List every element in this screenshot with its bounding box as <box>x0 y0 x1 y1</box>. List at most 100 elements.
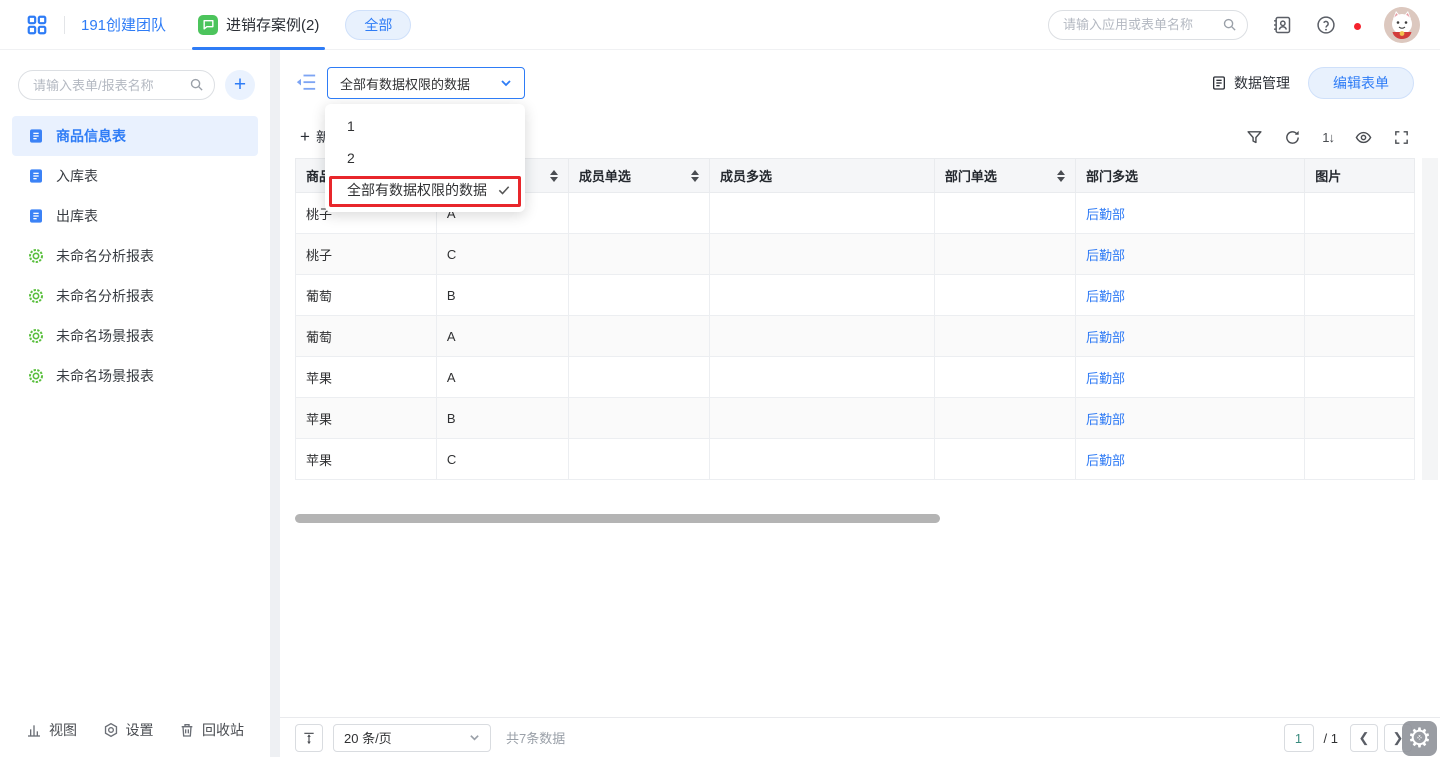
table-row-5[interactable]: 苹果B 后勤部 <box>296 398 1415 439</box>
cell-member_single <box>568 316 709 357</box>
department-link[interactable]: 后勤部 <box>1086 207 1125 222</box>
data-scope-select[interactable]: 全部有数据权限的数据 <box>327 67 525 99</box>
search-icon <box>1222 17 1237 32</box>
sidebar-item-6[interactable]: 未命名场景报表 <box>12 356 258 396</box>
current-page-input[interactable] <box>1284 724 1314 752</box>
page-size-value: 20 条/页 <box>344 728 469 747</box>
form-doc-icon <box>28 128 44 144</box>
cell-member_multi <box>709 316 934 357</box>
cell-choice: B <box>436 398 568 439</box>
sidebar-item-label: 商品信息表 <box>56 126 126 146</box>
collapse-sidebar-icon[interactable] <box>296 73 316 91</box>
sidebar-item-3[interactable]: 未命名分析报表 <box>12 236 258 276</box>
table-row-1[interactable]: 桃子C 后勤部 <box>296 234 1415 275</box>
horizontal-scrollbar[interactable] <box>295 514 940 523</box>
sidebar-footer-视图[interactable]: 视图 <box>26 720 77 740</box>
table-row-6[interactable]: 苹果C后勤部 <box>296 439 1415 480</box>
sidebar-item-label: 出库表 <box>56 206 98 226</box>
cell-name: 苹果 <box>296 439 437 480</box>
sorter-icon[interactable] <box>691 170 699 182</box>
sidebar-item-1[interactable]: 入库表 <box>12 156 258 196</box>
sort-icon[interactable]: 1↓ <box>1322 130 1334 145</box>
cell-image <box>1305 316 1415 357</box>
sorter-icon[interactable] <box>1057 170 1065 182</box>
department-link[interactable]: 后勤部 <box>1086 371 1125 386</box>
page-total-label: / 1 <box>1324 731 1338 746</box>
sidebar-search-row: + <box>0 50 270 112</box>
department-link[interactable]: 后勤部 <box>1086 248 1125 263</box>
cell-choice: A <box>436 316 568 357</box>
contacts-icon[interactable] <box>1272 15 1292 35</box>
navbar-left: 191创建团队 进销存案例(2) 全部 <box>0 0 411 50</box>
sidebar-item-4[interactable]: 未命名分析报表 <box>12 276 258 316</box>
global-search-input[interactable] <box>1048 10 1248 40</box>
page-size-select[interactable]: 20 条/页 <box>333 724 491 752</box>
report-target-icon <box>28 288 44 304</box>
dropdown-option-label: 2 <box>347 150 355 166</box>
row-height-button[interactable] <box>295 724 323 752</box>
all-filter-pill[interactable]: 全部 <box>345 10 411 40</box>
sidebar-item-label: 未命名场景报表 <box>56 366 154 386</box>
help-icon[interactable] <box>1316 15 1336 35</box>
footer-label: 设置 <box>126 720 154 740</box>
cell-dept_multi: 后勤部 <box>1076 316 1305 357</box>
dropdown-option-0[interactable]: 1 <box>325 110 525 142</box>
trash-icon <box>179 722 195 738</box>
cell-dept_single <box>934 193 1075 234</box>
table-row-2[interactable]: 葡萄B后勤部 <box>296 275 1415 316</box>
cell-name: 苹果 <box>296 398 437 439</box>
sidebar-item-label: 未命名分析报表 <box>56 246 154 266</box>
cell-member_single <box>568 275 709 316</box>
department-link[interactable]: 后勤部 <box>1086 330 1125 345</box>
sidebar-footer: 视图 设置 回收站 <box>0 711 270 757</box>
cell-dept_multi: 后勤部 <box>1076 439 1305 480</box>
cell-dept_single <box>934 439 1075 480</box>
bar-chart-icon <box>26 722 42 738</box>
form-search-input[interactable] <box>18 70 215 100</box>
sidebar-item-0[interactable]: 商品信息表 <box>12 116 258 156</box>
add-form-button[interactable]: + <box>225 70 255 100</box>
report-target-icon <box>28 368 44 384</box>
cell-member_single <box>568 357 709 398</box>
cell-name: 桃子 <box>296 234 437 275</box>
page: 191创建团队 进销存案例(2) 全部 <box>0 0 1440 757</box>
floating-settings-button[interactable]: ⚙ ✕ <box>1402 721 1437 756</box>
sidebar-item-5[interactable]: 未命名场景报表 <box>12 316 258 356</box>
cell-choice: A <box>436 357 568 398</box>
cell-choice: C <box>436 234 568 275</box>
pagination-right: / 1 ❮ ❯ <box>1284 718 1412 757</box>
apps-grid-icon[interactable] <box>26 14 48 36</box>
cell-choice: B <box>436 275 568 316</box>
sidebar-footer-回收站[interactable]: 回收站 <box>179 720 244 740</box>
department-link[interactable]: 后勤部 <box>1086 289 1125 304</box>
dropdown-option-1[interactable]: 2 <box>325 142 525 174</box>
department-link[interactable]: 后勤部 <box>1086 453 1125 468</box>
avatar[interactable] <box>1384 7 1420 43</box>
data-table-wrap: 商品名称成员单选成员多选部门单选部门多选图片桃子A后勤部桃子C后勤部葡萄B后勤部… <box>295 158 1415 530</box>
cell-image <box>1305 234 1415 275</box>
cell-dept_single <box>934 234 1075 275</box>
department-link[interactable]: 后勤部 <box>1086 412 1125 427</box>
fullscreen-icon[interactable] <box>1393 129 1410 146</box>
column-header-label: 成员单选 <box>579 166 631 185</box>
app-tab[interactable]: 进销存案例(2) <box>198 0 319 50</box>
sidebar-item-2[interactable]: 出库表 <box>12 196 258 236</box>
column-header-label: 图片 <box>1315 166 1341 185</box>
cell-image <box>1305 439 1415 480</box>
data-manage-button[interactable]: 数据管理 <box>1211 73 1290 93</box>
eye-icon[interactable] <box>1355 129 1372 146</box>
table-row-4[interactable]: 苹果A后勤部 <box>296 357 1415 398</box>
data-scope-value: 全部有数据权限的数据 <box>340 74 500 93</box>
sorter-icon[interactable] <box>550 170 558 182</box>
sidebar-footer-设置[interactable]: 设置 <box>103 720 154 740</box>
prev-page-button[interactable]: ❮ <box>1350 724 1378 752</box>
table-row-3[interactable]: 葡萄A后勤部 <box>296 316 1415 357</box>
filter-icon[interactable] <box>1246 129 1263 146</box>
form-doc-icon <box>28 208 44 224</box>
dropdown-option-2[interactable]: 全部有数据权限的数据 <box>325 174 525 206</box>
cell-dept_single <box>934 316 1075 357</box>
team-name[interactable]: 191创建团队 <box>81 14 166 35</box>
edit-form-button[interactable]: 编辑表单 <box>1308 67 1414 99</box>
refresh-icon[interactable] <box>1284 129 1301 146</box>
sidebar-item-label: 未命名场景报表 <box>56 326 154 346</box>
